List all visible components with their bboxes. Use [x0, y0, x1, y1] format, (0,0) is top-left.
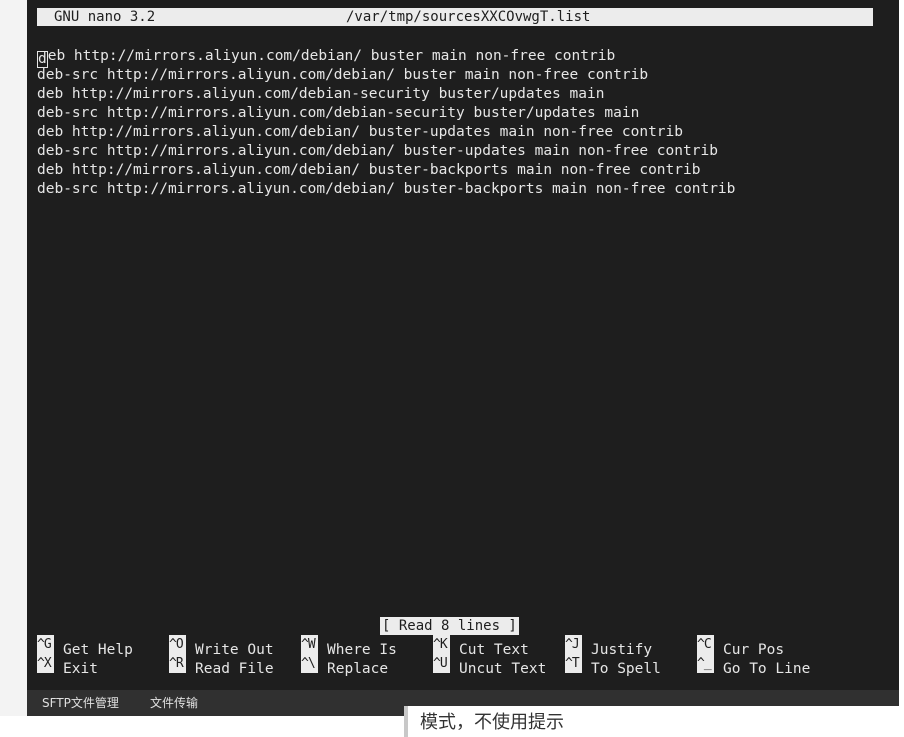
shortcut-key: ^\ [301, 654, 318, 673]
editor-area[interactable]: deb http://mirrors.aliyun.com/debian/ bu… [37, 47, 877, 199]
status-message: [ Read 8 lines ] [380, 617, 519, 635]
shortcut-key: ^X [37, 654, 54, 673]
shortcut-key: ^K [433, 635, 450, 654]
shortcut-key: ^C [697, 635, 714, 654]
shortcut-key: ^T [565, 654, 582, 673]
editor-line[interactable]: deb-src http://mirrors.aliyun.com/debian… [37, 66, 877, 85]
editor-line[interactable]: deb http://mirrors.aliyun.com/debian/ bu… [37, 161, 877, 180]
shortcut-label: Read File [195, 661, 274, 677]
shortcut-label: Exit [63, 661, 98, 677]
shortcut-label: Go To Line [723, 661, 811, 677]
shortcut-label: Replace [327, 661, 389, 677]
shortcut-exit[interactable]: ^X Exit [37, 654, 98, 677]
nano-titlebar: GNU nano 3.2 /var/tmp/sourcesXXCOvwgT.li… [37, 8, 873, 26]
editor-line[interactable]: deb-src http://mirrors.aliyun.com/debian… [37, 142, 877, 161]
tab-file-transfer[interactable]: 文件传输 [150, 690, 198, 716]
shortcut-cur-pos[interactable]: ^C Cur Pos [697, 635, 784, 658]
shortcut-replace[interactable]: ^\ Replace [301, 654, 388, 677]
shortcut-justify[interactable]: ^J Justify [565, 635, 652, 658]
shortcut-key: ^R [169, 654, 186, 673]
tab-sftp-file-manager[interactable]: SFTP文件管理 [42, 690, 119, 716]
shortcut-write-out[interactable]: ^O Write Out [169, 635, 274, 658]
editor-line[interactable]: deb-src http://mirrors.aliyun.com/debian… [37, 180, 877, 199]
shortcut-key: ^J [565, 635, 582, 654]
terminal-window[interactable]: GNU nano 3.2 /var/tmp/sourcesXXCOvwgT.li… [27, 0, 899, 690]
file-path: /var/tmp/sourcesXXCOvwgT.list [346, 9, 591, 25]
background-document-text: 模式，不使用提示 [404, 706, 904, 737]
editor-line[interactable]: deb http://mirrors.aliyun.com/debian/ bu… [37, 47, 877, 68]
shortcut-cut-text[interactable]: ^K Cut Text [433, 635, 529, 658]
shortcut-label: To Spell [591, 661, 661, 677]
nano-version: GNU nano 3.2 [54, 9, 156, 25]
editor-line[interactable]: deb http://mirrors.aliyun.com/debian-sec… [37, 85, 877, 104]
editor-line[interactable]: deb http://mirrors.aliyun.com/debian/ bu… [37, 123, 877, 142]
shortcut-get-help[interactable]: ^G Get Help [37, 635, 133, 658]
text-cursor: d [37, 51, 48, 68]
shortcut-key: ^_ [697, 654, 714, 673]
shortcut-key: ^G [37, 635, 54, 654]
shortcut-key: ^W [301, 635, 318, 654]
shortcut-key: ^U [433, 654, 450, 673]
shortcut-go-to-line[interactable]: ^_ Go To Line [697, 654, 810, 677]
shortcut-label: Uncut Text [459, 661, 547, 677]
shortcut-read-file[interactable]: ^R Read File [169, 654, 274, 677]
shortcut-to-spell[interactable]: ^T To Spell [565, 654, 661, 677]
shortcut-bar: ^G Get Help ^O Write Out ^W Where Is ^K Cut … [37, 635, 887, 677]
left-window-edge [0, 0, 28, 716]
shortcut-key: ^O [169, 635, 186, 654]
shortcut-uncut-text[interactable]: ^U Uncut Text [433, 654, 546, 677]
shortcut-where-is[interactable]: ^W Where Is [301, 635, 397, 658]
editor-line[interactable]: deb-src http://mirrors.aliyun.com/debian… [37, 104, 877, 123]
